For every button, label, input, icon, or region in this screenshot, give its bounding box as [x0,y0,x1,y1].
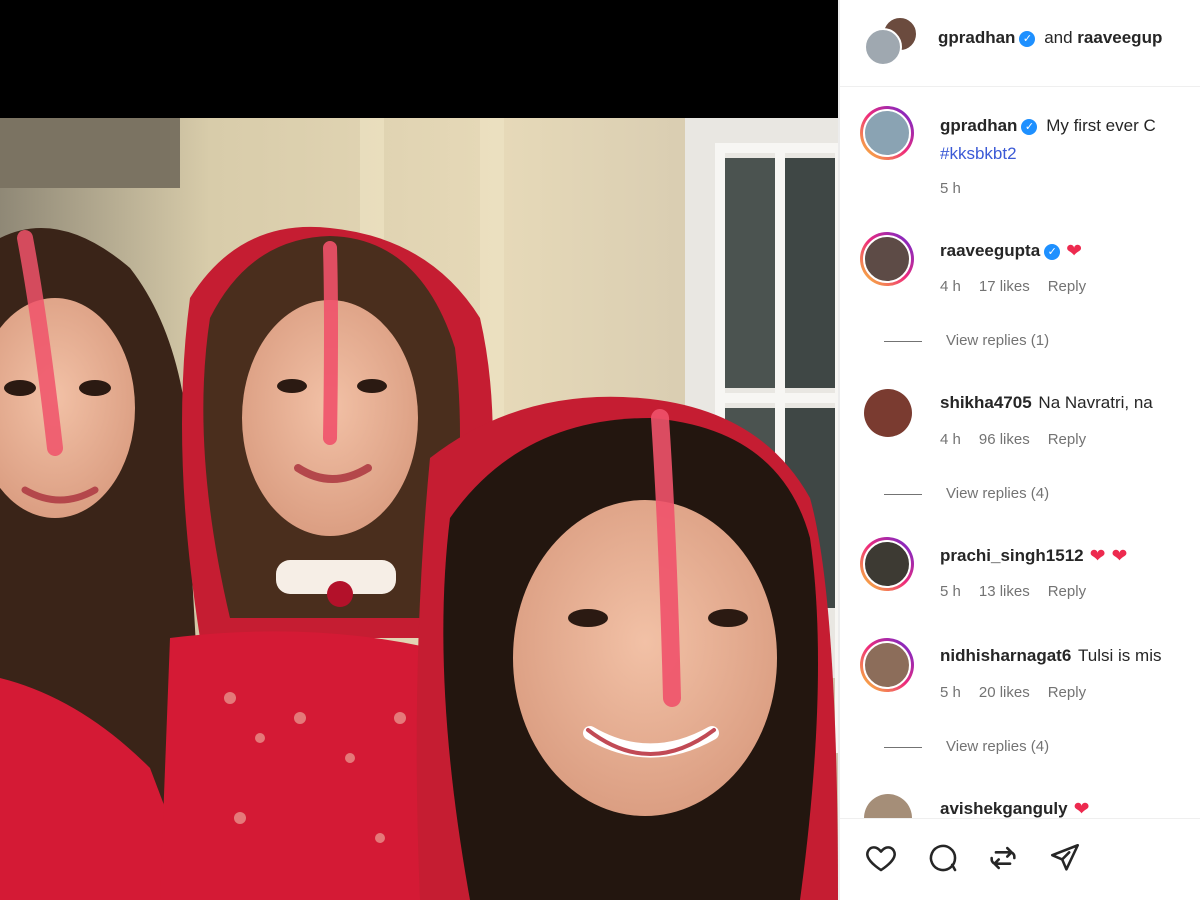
caption-text: My first ever C [1046,116,1156,135]
caption-username[interactable]: gpradhan [940,116,1017,135]
heart-outline-icon[interactable] [864,841,898,875]
view-replies-button[interactable]: View replies (4) [883,738,1049,755]
comment-avatar[interactable] [860,232,914,286]
post-photo[interactable] [0,118,838,900]
comment-username[interactable]: nidhisharnagat6 [940,646,1071,665]
comment-username[interactable]: shikha4705 [940,393,1032,412]
comment-meta: 4 h 96 likes Reply [940,431,1104,448]
comment-reply-button[interactable]: Reply [1048,684,1086,701]
comment-username[interactable]: raaveegupta [940,241,1040,260]
comment-username[interactable]: prachi_singh1512 [940,546,1084,565]
comment-reply-button[interactable]: Reply [1048,431,1086,448]
post-header: gpradhan ✓ and raaveegup [840,0,1200,87]
heart-emoji-icon: ❤ [1089,546,1106,567]
header-and-text: and [1044,28,1073,47]
verified-badge-icon: ✓ [1021,118,1038,135]
repost-icon[interactable] [986,841,1020,875]
post-actions-bar [840,818,1200,900]
photo-illustration [0,118,838,900]
header-username-2[interactable]: raaveegup [1077,28,1162,47]
post-header-text: gpradhan ✓ and raaveegup [938,28,1162,48]
comment-text: Tulsi is mis [1078,646,1162,665]
comment-likes[interactable]: 96 likes [979,431,1030,448]
comment-bubble-icon[interactable] [926,841,960,875]
collab-avatar-front[interactable] [864,28,902,66]
heart-emoji-icon: ❤ [1111,546,1128,567]
comment-avatar[interactable] [860,537,914,591]
view-replies-button[interactable]: View replies (1) [883,332,1049,349]
comment-meta: 4 h 17 likes Reply [940,278,1104,295]
verified-badge-icon: ✓ [1019,30,1036,47]
caption-time: 5 h [940,180,961,197]
post-sidebar: gpradhan ✓ and raaveegup gpradhan ✓ My fir… [840,0,1200,900]
comment-likes[interactable]: 20 likes [979,684,1030,701]
view-replies-button[interactable]: View replies (4) [883,485,1049,502]
comment-time: 4 h [940,431,961,448]
heart-emoji-icon: ❤ [1073,799,1090,820]
heart-emoji-icon: ❤ [1066,241,1083,262]
caption-hashtag[interactable]: #kksbkbt2 [940,144,1017,164]
comment-time: 4 h [940,278,961,295]
verified-badge-icon: ✓ [1044,243,1061,260]
comment-username[interactable]: avishekganguly [940,799,1068,818]
comment-text: Na Navratri, na [1038,393,1153,412]
post-media-pane [0,0,838,900]
comment-time: 5 h [940,583,961,600]
paper-plane-icon[interactable] [1048,841,1082,875]
comment-avatar[interactable] [864,389,912,437]
comment-likes[interactable]: 13 likes [979,583,1030,600]
comment-reply-button[interactable]: Reply [1048,583,1086,600]
header-username-1[interactable]: gpradhan [938,28,1015,47]
comment-reply-button[interactable]: Reply [1048,278,1086,295]
caption-avatar[interactable] [860,106,914,160]
comment-likes[interactable]: 17 likes [979,278,1030,295]
comment-meta: 5 h 13 likes Reply [940,583,1104,600]
comment-meta: 5 h 20 likes Reply [940,684,1104,701]
comment-avatar[interactable] [860,638,914,692]
comment-time: 5 h [940,684,961,701]
